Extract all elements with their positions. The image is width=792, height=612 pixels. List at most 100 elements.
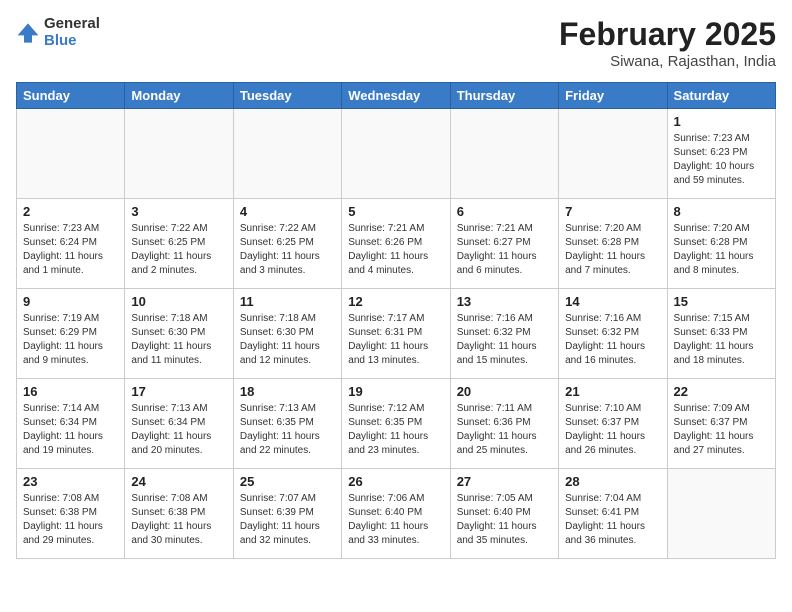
day-info: Sunrise: 7:19 AMSunset: 6:29 PMDaylight:… xyxy=(23,312,118,368)
calendar-day-cell: 6 Sunrise: 7:21 AMSunset: 6:27 PMDaylight… xyxy=(450,199,558,289)
weekday-header-wednesday: Wednesday xyxy=(342,83,450,109)
day-info: Sunrise: 7:13 AMSunset: 6:34 PMDaylight:… xyxy=(131,402,226,458)
day-info: Sunrise: 7:21 AMSunset: 6:26 PMDaylight:… xyxy=(348,222,443,278)
day-number: 18 xyxy=(240,384,335,399)
calendar-week-row: 23 Sunrise: 7:08 AMSunset: 6:38 PMDayligh… xyxy=(17,469,776,559)
day-number: 9 xyxy=(23,294,118,309)
day-number: 17 xyxy=(131,384,226,399)
day-info: Sunrise: 7:09 AMSunset: 6:37 PMDaylight:… xyxy=(674,402,769,458)
day-number: 10 xyxy=(131,294,226,309)
day-number: 3 xyxy=(131,204,226,219)
calendar-week-row: 9 Sunrise: 7:19 AMSunset: 6:29 PMDaylight… xyxy=(17,289,776,379)
calendar-day-cell xyxy=(667,469,775,559)
day-number: 1 xyxy=(674,114,769,129)
calendar-day-cell: 8 Sunrise: 7:20 AMSunset: 6:28 PMDaylight… xyxy=(667,199,775,289)
calendar-day-cell xyxy=(233,109,341,199)
day-info: Sunrise: 7:10 AMSunset: 6:37 PMDaylight:… xyxy=(565,402,660,458)
day-number: 28 xyxy=(565,474,660,489)
calendar-day-cell xyxy=(342,109,450,199)
calendar-day-cell: 10 Sunrise: 7:18 AMSunset: 6:30 PMDayligh… xyxy=(125,289,233,379)
day-info: Sunrise: 7:04 AMSunset: 6:41 PMDaylight:… xyxy=(565,492,660,548)
day-info: Sunrise: 7:08 AMSunset: 6:38 PMDaylight:… xyxy=(131,492,226,548)
calendar-day-cell xyxy=(559,109,667,199)
day-info: Sunrise: 7:12 AMSunset: 6:35 PMDaylight:… xyxy=(348,402,443,458)
day-number: 22 xyxy=(674,384,769,399)
calendar-day-cell: 12Sunrise: 7:17 AMSunset: 6:31 PMDayligh… xyxy=(342,289,450,379)
weekday-header-thursday: Thursday xyxy=(450,83,558,109)
day-number: 2 xyxy=(23,204,118,219)
weekday-header-row: SundayMondayTuesdayWednesdayThursdayFrid… xyxy=(17,83,776,109)
logo-icon xyxy=(16,21,40,45)
calendar-day-cell: 28 Sunrise: 7:04 AMSunset: 6:41 PMDayligh… xyxy=(559,469,667,559)
day-number: 13 xyxy=(457,294,552,309)
calendar-day-cell: 22 Sunrise: 7:09 AMSunset: 6:37 PMDayligh… xyxy=(667,379,775,469)
day-number: 23 xyxy=(23,474,118,489)
day-info: Sunrise: 7:22 AMSunset: 6:25 PMDaylight:… xyxy=(240,222,335,278)
day-number: 19 xyxy=(348,384,443,399)
day-number: 11 xyxy=(240,294,335,309)
day-info: Sunrise: 7:05 AMSunset: 6:40 PMDaylight:… xyxy=(457,492,552,548)
day-number: 14 xyxy=(565,294,660,309)
calendar-day-cell: 23 Sunrise: 7:08 AMSunset: 6:38 PMDayligh… xyxy=(17,469,125,559)
calendar-day-cell: 27 Sunrise: 7:05 AMSunset: 6:40 PMDayligh… xyxy=(450,469,558,559)
day-number: 8 xyxy=(674,204,769,219)
day-number: 21 xyxy=(565,384,660,399)
calendar-week-row: 2 Sunrise: 7:23 AMSunset: 6:24 PMDaylight… xyxy=(17,199,776,289)
day-info: Sunrise: 7:17 AMSunset: 6:31 PMDaylight:… xyxy=(348,312,443,368)
calendar-day-cell xyxy=(17,109,125,199)
day-number: 26 xyxy=(348,474,443,489)
title-section: February 2025 Siwana, Rajasthan, India xyxy=(559,16,776,70)
calendar-day-cell: 1Sunrise: 7:23 AMSunset: 6:23 PMDaylight… xyxy=(667,109,775,199)
calendar-day-cell: 19 Sunrise: 7:12 AMSunset: 6:35 PMDayligh… xyxy=(342,379,450,469)
day-number: 5 xyxy=(348,204,443,219)
calendar-day-cell: 16Sunrise: 7:14 AMSunset: 6:34 PMDayligh… xyxy=(17,379,125,469)
calendar-day-cell: 21 Sunrise: 7:10 AMSunset: 6:37 PMDayligh… xyxy=(559,379,667,469)
calendar-subtitle: Siwana, Rajasthan, India xyxy=(559,53,776,70)
calendar-day-cell: 13 Sunrise: 7:16 AMSunset: 6:32 PMDayligh… xyxy=(450,289,558,379)
day-info: Sunrise: 7:18 AMSunset: 6:30 PMDaylight:… xyxy=(131,312,226,368)
calendar-week-row: 16Sunrise: 7:14 AMSunset: 6:34 PMDayligh… xyxy=(17,379,776,469)
day-number: 15 xyxy=(674,294,769,309)
day-number: 27 xyxy=(457,474,552,489)
calendar-day-cell: 9 Sunrise: 7:19 AMSunset: 6:29 PMDaylight… xyxy=(17,289,125,379)
weekday-header-tuesday: Tuesday xyxy=(233,83,341,109)
weekday-header-friday: Friday xyxy=(559,83,667,109)
calendar-day-cell: 20 Sunrise: 7:11 AMSunset: 6:36 PMDayligh… xyxy=(450,379,558,469)
day-number: 20 xyxy=(457,384,552,399)
day-info: Sunrise: 7:23 AMSunset: 6:24 PMDaylight:… xyxy=(23,222,118,278)
day-info: Sunrise: 7:20 AMSunset: 6:28 PMDaylight:… xyxy=(565,222,660,278)
logo-general: General xyxy=(44,16,100,33)
day-number: 4 xyxy=(240,204,335,219)
day-info: Sunrise: 7:16 AMSunset: 6:32 PMDaylight:… xyxy=(457,312,552,368)
day-info: Sunrise: 7:13 AMSunset: 6:35 PMDaylight:… xyxy=(240,402,335,458)
logo-blue: Blue xyxy=(44,33,100,50)
day-info: Sunrise: 7:21 AMSunset: 6:27 PMDaylight:… xyxy=(457,222,552,278)
calendar-day-cell: 4 Sunrise: 7:22 AMSunset: 6:25 PMDaylight… xyxy=(233,199,341,289)
day-info: Sunrise: 7:15 AMSunset: 6:33 PMDaylight:… xyxy=(674,312,769,368)
calendar-day-cell: 2 Sunrise: 7:23 AMSunset: 6:24 PMDaylight… xyxy=(17,199,125,289)
day-info: Sunrise: 7:11 AMSunset: 6:36 PMDaylight:… xyxy=(457,402,552,458)
page-header: General Blue February 2025 Siwana, Rajas… xyxy=(16,16,776,70)
day-info: Sunrise: 7:06 AMSunset: 6:40 PMDaylight:… xyxy=(348,492,443,548)
calendar-table: SundayMondayTuesdayWednesdayThursdayFrid… xyxy=(16,82,776,559)
calendar-day-cell: 18 Sunrise: 7:13 AMSunset: 6:35 PMDayligh… xyxy=(233,379,341,469)
day-number: 25 xyxy=(240,474,335,489)
calendar-day-cell: 11 Sunrise: 7:18 AMSunset: 6:30 PMDayligh… xyxy=(233,289,341,379)
day-info: Sunrise: 7:22 AMSunset: 6:25 PMDaylight:… xyxy=(131,222,226,278)
day-number: 6 xyxy=(457,204,552,219)
calendar-day-cell: 5 Sunrise: 7:21 AMSunset: 6:26 PMDaylight… xyxy=(342,199,450,289)
logo: General Blue xyxy=(16,16,100,49)
calendar-day-cell: 15 Sunrise: 7:15 AMSunset: 6:33 PMDayligh… xyxy=(667,289,775,379)
logo-text: General Blue xyxy=(44,16,100,49)
calendar-week-row: 1Sunrise: 7:23 AMSunset: 6:23 PMDaylight… xyxy=(17,109,776,199)
day-number: 7 xyxy=(565,204,660,219)
day-info: Sunrise: 7:20 AMSunset: 6:28 PMDaylight:… xyxy=(674,222,769,278)
calendar-day-cell: 17 Sunrise: 7:13 AMSunset: 6:34 PMDayligh… xyxy=(125,379,233,469)
day-info: Sunrise: 7:08 AMSunset: 6:38 PMDaylight:… xyxy=(23,492,118,548)
calendar-day-cell xyxy=(125,109,233,199)
weekday-header-sunday: Sunday xyxy=(17,83,125,109)
day-info: Sunrise: 7:07 AMSunset: 6:39 PMDaylight:… xyxy=(240,492,335,548)
calendar-day-cell: 24 Sunrise: 7:08 AMSunset: 6:38 PMDayligh… xyxy=(125,469,233,559)
day-info: Sunrise: 7:18 AMSunset: 6:30 PMDaylight:… xyxy=(240,312,335,368)
day-number: 24 xyxy=(131,474,226,489)
